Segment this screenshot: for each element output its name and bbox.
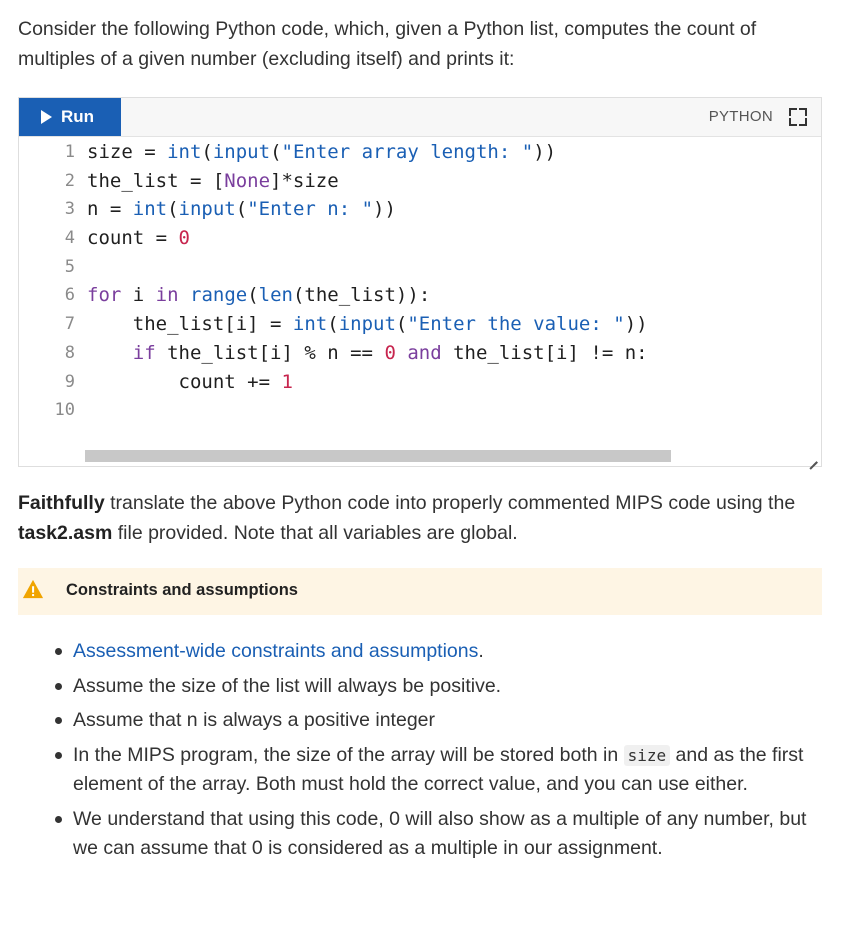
fullscreen-icon[interactable] <box>789 108 807 126</box>
list-item: Assume that n is always a positive integ… <box>18 706 818 736</box>
line-number: 4 <box>64 228 75 249</box>
instructions-text-2: file provided. Note that all variables a… <box>112 522 518 544</box>
code-line: 6 for i in range(len(the_list)): <box>19 281 821 310</box>
line-number: 6 <box>64 285 75 306</box>
code-line: 7 the_list[i] = int(input("Enter the val… <box>19 310 821 339</box>
run-button-label: Run <box>61 107 95 126</box>
editor-toolbar: Run PYTHON <box>19 98 821 137</box>
inline-code-size: size <box>623 744 671 766</box>
line-number: 9 <box>64 371 75 392</box>
line-number: 7 <box>64 314 75 335</box>
code-line: 2 the_list = [None]*size <box>19 167 821 196</box>
resize-handle-icon[interactable] <box>807 452 818 469</box>
code-line: 4 count = 0 <box>19 224 821 253</box>
line-number: 3 <box>64 199 75 220</box>
code-editor: Run PYTHON 1 size = int(input("Enter arra… <box>18 97 822 469</box>
warning-icon <box>22 579 44 599</box>
code-line: 5 <box>19 253 821 282</box>
line-number: 10 <box>54 400 75 421</box>
code-line: 10 <box>19 396 821 424</box>
horizontal-scrollbar[interactable] <box>85 450 671 462</box>
callout-title: Constraints and assumptions <box>66 581 298 599</box>
instructions-bold-filename: task2.asm <box>18 522 113 544</box>
code-area[interactable]: 1 size = int(input("Enter array length: "… <box>19 138 821 424</box>
line-number: 5 <box>64 256 75 277</box>
list-item: Assessment-wide constraints and assumpti… <box>18 637 818 667</box>
instructions-paragraph: Faithfully translate the above Python co… <box>18 488 818 548</box>
play-icon <box>41 110 52 124</box>
link-suffix: . <box>478 640 484 662</box>
intro-paragraph: Consider the following Python code, whic… <box>18 18 757 70</box>
code-line: 1 size = int(input("Enter array length: "… <box>19 138 821 167</box>
code-line: 8 if the_list[i] % n == 0 and the_list[i… <box>19 339 821 368</box>
list-item: In the MIPS program, the size of the arr… <box>18 741 818 800</box>
list-item: We understand that using this code, 0 wi… <box>18 805 818 864</box>
code-line: 9 count += 1 <box>19 368 821 397</box>
list-item: Assume the size of the list will always … <box>18 672 818 702</box>
code-line: 3n = int(input("Enter n: ")) <box>19 195 821 224</box>
line-number: 1 <box>64 142 75 162</box>
constraints-callout: Constraints and assumptions <box>18 568 822 615</box>
list-item-text: In the MIPS program, the size of the arr… <box>73 743 624 766</box>
run-button[interactable]: Run <box>19 98 121 136</box>
language-label: PYTHON <box>708 108 773 125</box>
assessment-constraints-link[interactable]: Assessment-wide constraints and assumpti… <box>73 640 478 662</box>
line-number: 8 <box>64 342 75 363</box>
instructions-bold-faithfully: Faithfully <box>18 492 105 514</box>
line-number: 2 <box>64 170 75 191</box>
page: Consider the following Python code, whic… <box>0 0 844 945</box>
instructions-text-1: translate the above Python code into pro… <box>104 492 796 514</box>
constraints-list: Assessment-wide constraints and assumpti… <box>18 637 818 869</box>
